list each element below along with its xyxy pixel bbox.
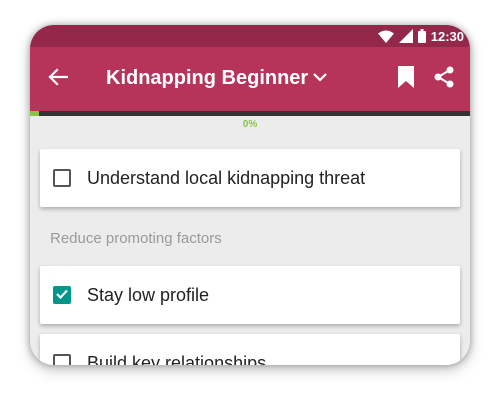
bookmark-button[interactable] (394, 65, 418, 93)
share-button[interactable] (430, 65, 458, 93)
checkbox[interactable] (53, 286, 71, 304)
page-title: Kidnapping Beginner (106, 67, 309, 89)
progress-fill (30, 111, 39, 116)
progress-bar (30, 111, 470, 116)
checklist-item-label: Understand local kidnapping threat (87, 167, 366, 188)
cell-signal-icon (398, 29, 413, 43)
status-time: 12:30 (430, 28, 464, 44)
title-dropdown[interactable]: Kidnapping Beginner (106, 67, 328, 90)
bookmark-icon (398, 65, 414, 93)
checklist-item[interactable]: Stay low profile (40, 266, 460, 324)
checklist-item[interactable]: Build key relationships (40, 334, 460, 365)
checklist-item-label: Build key relationships (87, 352, 267, 366)
checklist-item-label: Stay low profile (87, 284, 210, 305)
status-icons: 12:30 (377, 28, 464, 44)
app-bar: Kidnapping Beginner (30, 47, 470, 111)
progress-label: 0% (242, 119, 258, 130)
back-button[interactable] (44, 65, 72, 93)
section-header: Reduce promoting factors (50, 230, 222, 247)
phone-screen: 12:30 Kidnapping Beginner 0% Understand … (30, 25, 470, 365)
checkmark-icon (56, 286, 68, 304)
chevron-down-icon (312, 70, 328, 88)
status-bar: 12:30 (30, 25, 470, 47)
back-arrow-icon (48, 67, 69, 91)
battery-icon (417, 29, 426, 43)
checkbox[interactable] (53, 169, 71, 187)
checklist-item[interactable]: Understand local kidnapping threat (40, 149, 460, 207)
wifi-icon (377, 30, 394, 43)
checkbox[interactable] (53, 354, 71, 365)
share-icon (432, 65, 456, 94)
